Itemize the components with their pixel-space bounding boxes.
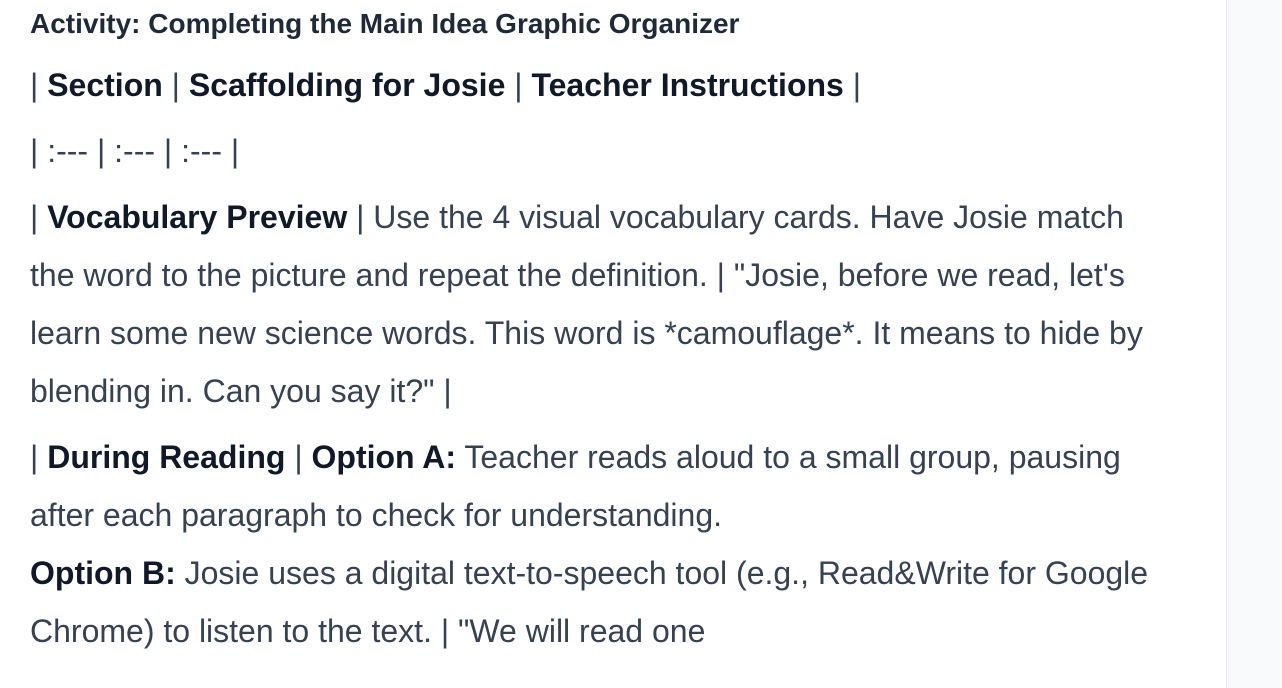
pipe: |: [30, 199, 39, 235]
pipe: |: [30, 67, 39, 103]
pipe: |: [30, 439, 39, 475]
activity-title: Activity: Completing the Main Idea Graph…: [30, 8, 740, 39]
pipe: |: [171, 67, 180, 103]
row2-instructions: "We will read one: [449, 613, 706, 649]
pipe: |: [294, 439, 303, 475]
table-separator-row: | :--- | :--- | :--- |: [30, 122, 1160, 180]
pipe: |: [443, 373, 452, 409]
option-b-label: Option B:: [30, 555, 176, 591]
header-scaffolding: Scaffolding for Josie: [188, 67, 506, 103]
option-a-label: Option A:: [311, 439, 457, 475]
pipe: |: [440, 613, 450, 649]
document-view: Activity: Completing the Main Idea Graph…: [0, 0, 1226, 688]
row1-section: Vocabulary Preview: [47, 199, 348, 235]
table-row-vocabulary: | Vocabulary Preview | Use the 4 visual …: [30, 188, 1160, 420]
side-panel: [1226, 0, 1282, 688]
pipe: |: [852, 67, 862, 103]
header-section: Section: [47, 67, 163, 103]
row2-section: During Reading: [47, 439, 286, 475]
header-instructions: Teacher Instructions: [531, 67, 844, 103]
table-header-row: | Section | Scaffolding for Josie | Teac…: [30, 56, 1160, 114]
separator-text: | :--- | :--- | :--- |: [30, 133, 240, 169]
pipe: |: [514, 67, 523, 103]
table-row-during-reading: | During Reading | Option A: Teacher rea…: [30, 428, 1160, 660]
pipe: |: [716, 257, 725, 293]
markdown-table-text: | Section | Scaffolding for Josie | Teac…: [30, 56, 1160, 668]
